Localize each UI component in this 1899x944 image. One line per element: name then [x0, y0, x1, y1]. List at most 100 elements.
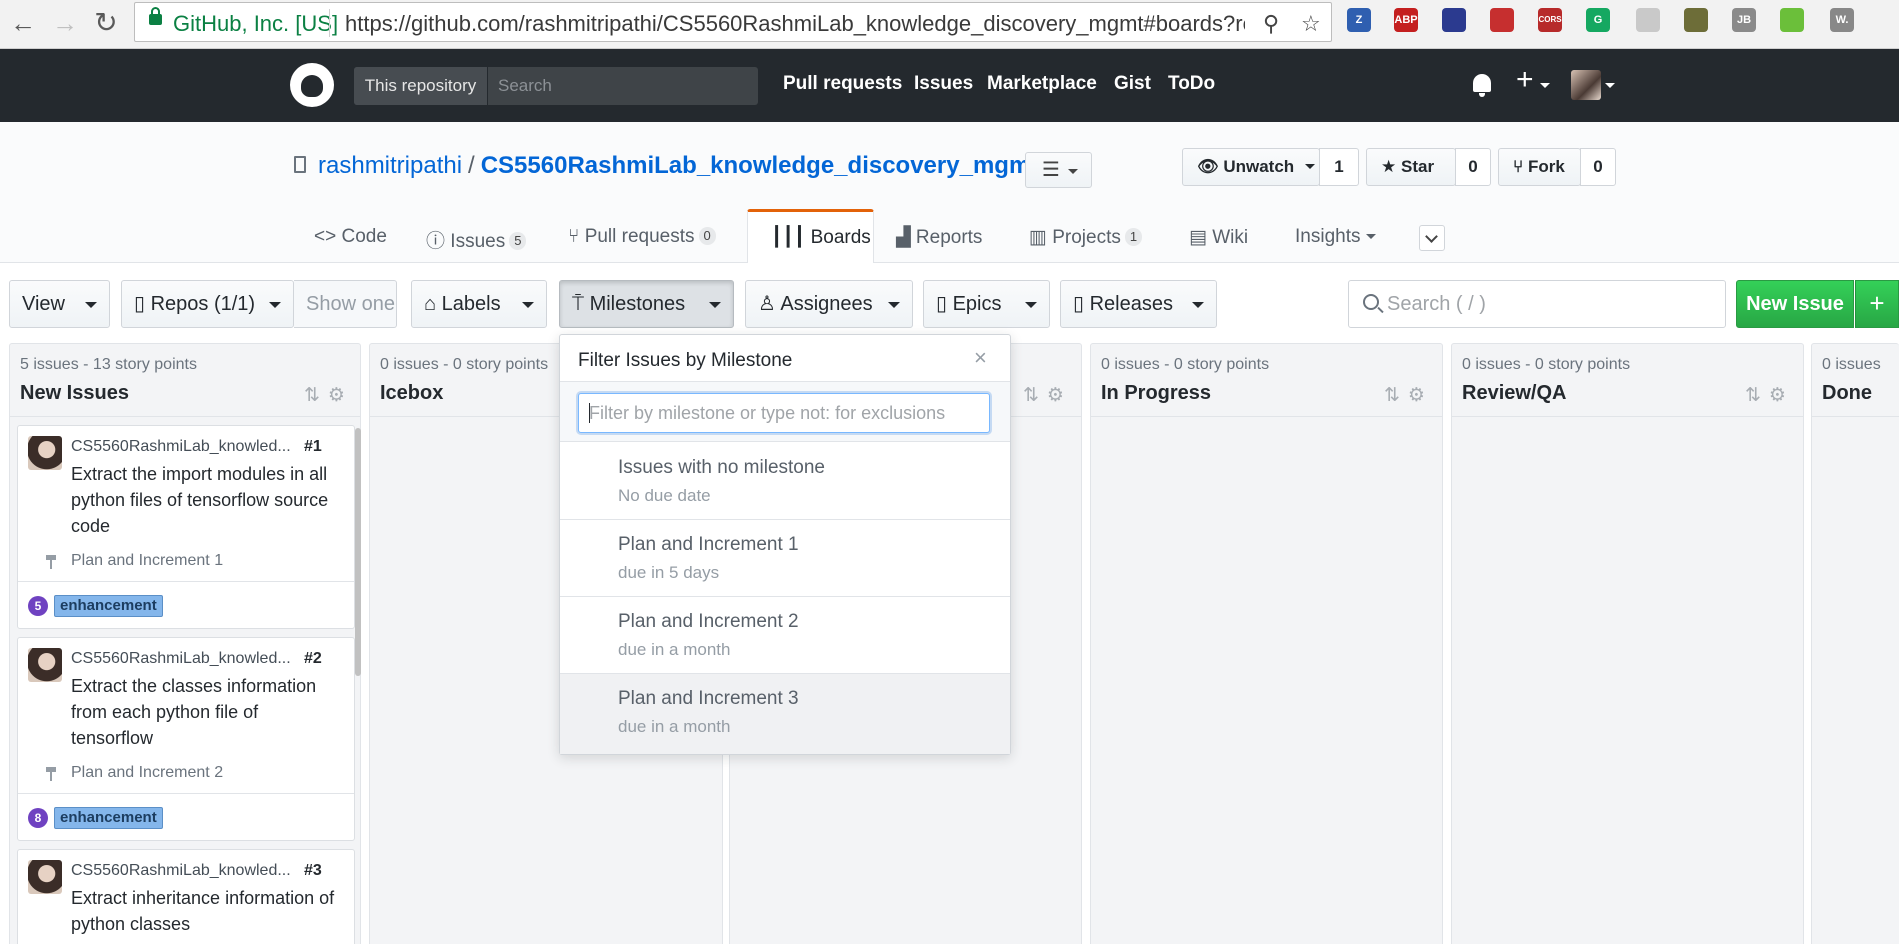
- nav-todo[interactable]: ToDo: [1168, 73, 1215, 95]
- bookmark-star-icon[interactable]: ☆: [1301, 11, 1321, 37]
- avatar[interactable]: [28, 648, 62, 682]
- new-issue-button[interactable]: New Issue: [1736, 280, 1854, 328]
- issue-title[interactable]: Extract inheritance information of pytho…: [71, 885, 343, 937]
- chevron-down-icon: [85, 302, 97, 308]
- tab-pull-requests[interactable]: ⑂ Pull requests 0: [568, 226, 716, 248]
- create-new-plus-icon[interactable]: +: [1516, 63, 1534, 97]
- milestone-filter-input[interactable]: Filter by milestone or type not: for exc…: [578, 393, 990, 433]
- jb-icon[interactable]: JB: [1732, 8, 1756, 32]
- nav-marketplace[interactable]: Marketplace: [987, 73, 1097, 95]
- issue-card[interactable]: CS5560RashmiLab_knowled... #3 Extract in…: [17, 849, 355, 944]
- gear-icon[interactable]: ⚙: [328, 385, 353, 406]
- fork-button[interactable]: ⑂ Fork: [1498, 148, 1581, 186]
- issue-number[interactable]: #2: [304, 650, 322, 668]
- tab-code[interactable]: <> Code: [314, 226, 387, 248]
- zotero-icon[interactable]: Z: [1347, 8, 1371, 32]
- issue-number[interactable]: #1: [304, 438, 322, 456]
- tabs-overflow-chevron-icon[interactable]: [1419, 225, 1445, 251]
- milestone-option-2[interactable]: Plan and Increment 2 due in a month: [560, 597, 1010, 674]
- address-bar[interactable]: GitHub, Inc. [US] https://github.com/ras…: [134, 2, 1332, 42]
- search-input[interactable]: Search: [498, 67, 552, 105]
- star-count[interactable]: 0: [1455, 148, 1491, 186]
- cors-icon[interactable]: CORS: [1538, 8, 1562, 32]
- sort-icon[interactable]: ⇅: [304, 385, 328, 406]
- unwatch-button[interactable]: 👁 Unwatch: [1182, 148, 1320, 186]
- tab-issues[interactable]: ⓘ Issues 5: [426, 226, 527, 253]
- show-one-button[interactable]: Show one: [294, 280, 397, 328]
- view-button[interactable]: View: [9, 280, 110, 328]
- avatar[interactable]: [28, 436, 62, 470]
- milestone-option-title: Plan and Increment 3: [618, 688, 799, 709]
- tab-boards-label[interactable]: ┃┃┃ Boards: [771, 226, 871, 249]
- grammarly-icon[interactable]: G: [1586, 8, 1610, 32]
- forward-icon[interactable]: →: [50, 8, 80, 38]
- issue-card-footer: 8 enhancement: [18, 793, 354, 841]
- sort-icon[interactable]: ⇅: [1384, 385, 1408, 406]
- milestone-option-1[interactable]: Plan and Increment 1 due in 5 days: [560, 520, 1010, 597]
- create-new-caret-icon: [1540, 83, 1550, 88]
- browser-toolbar: ← → ↻ GitHub, Inc. [US] https://github.c…: [0, 0, 1899, 49]
- repo-title: rashmitripathi / CS5560RashmiLab_knowledge…: [318, 152, 1038, 180]
- reload-icon[interactable]: ↻: [91, 8, 121, 38]
- tab-wiki[interactable]: ▤ Wiki: [1189, 226, 1248, 249]
- close-icon[interactable]: ×: [974, 345, 987, 371]
- tab-insights[interactable]: Insights: [1295, 226, 1376, 248]
- gear-icon[interactable]: ⚙: [1408, 385, 1433, 406]
- watch-count[interactable]: 1: [1319, 148, 1359, 186]
- adblock-icon[interactable]: ABP: [1394, 8, 1418, 32]
- sort-icon[interactable]: ⇅: [1745, 385, 1769, 406]
- milestone-option-none[interactable]: Issues with no milestone No due date: [560, 443, 1010, 520]
- issue-card[interactable]: CS5560RashmiLab_knowled... #2 Extract th…: [17, 637, 355, 841]
- tab-projects[interactable]: ▥ Projects 1: [1029, 226, 1143, 249]
- issue-milestone: Plan and Increment 2: [71, 764, 224, 781]
- board-search-input[interactable]: Search ( / ): [1348, 280, 1726, 328]
- repo-list-menu-button[interactable]: [1025, 152, 1092, 188]
- face-extension-icon[interactable]: [1780, 8, 1804, 32]
- issue-title[interactable]: Extract the import modules in all python…: [71, 461, 343, 539]
- notifications-bell-icon[interactable]: [1473, 74, 1491, 97]
- epics-button[interactable]: ▯ Epics: [923, 280, 1050, 328]
- label-enhancement[interactable]: enhancement: [54, 807, 163, 829]
- chevron-down-icon: [709, 302, 721, 308]
- search-scope-label: This repository: [354, 67, 488, 105]
- fork-count[interactable]: 0: [1580, 148, 1616, 186]
- milestones-button[interactable]: ⍑ Milestones: [559, 280, 734, 328]
- user-avatar[interactable]: [1571, 70, 1601, 100]
- extension-icon[interactable]: [1442, 8, 1466, 32]
- milestone-option-3[interactable]: Plan and Increment 3 due in a month: [560, 674, 1010, 754]
- nav-pull-requests[interactable]: Pull requests: [783, 73, 902, 95]
- url-text[interactable]: https://github.com/rashmitripathi/CS5560…: [345, 11, 1245, 37]
- w-extension-icon[interactable]: W.: [1830, 8, 1854, 32]
- new-issue-options-button[interactable]: +: [1855, 280, 1899, 328]
- milestone-option-due: No due date: [618, 486, 711, 505]
- avatar[interactable]: [28, 860, 62, 894]
- gear-icon[interactable]: ⚙: [1047, 385, 1072, 406]
- issue-number[interactable]: #3: [304, 862, 322, 880]
- book-extension-icon[interactable]: [1490, 8, 1514, 32]
- search-box[interactable]: This repository Search: [354, 67, 758, 105]
- github-logo-icon[interactable]: [290, 63, 334, 107]
- star-button[interactable]: ★ Star: [1366, 148, 1456, 186]
- gear-icon[interactable]: ⚙: [1769, 385, 1794, 406]
- project-icon: ▥: [1029, 227, 1047, 248]
- releases-button[interactable]: ▯ Releases: [1060, 280, 1217, 328]
- column-title: Done: [1822, 382, 1872, 404]
- back-icon[interactable]: ←: [8, 8, 38, 38]
- label-enhancement[interactable]: enhancement: [54, 595, 163, 617]
- assignees-button[interactable]: ♙ Assignees: [745, 280, 913, 328]
- sort-icon[interactable]: ⇅: [1023, 385, 1047, 406]
- repo-name-link[interactable]: CS5560RashmiLab_knowledge_discovery_mgmt: [481, 152, 1039, 179]
- nav-issues[interactable]: Issues: [914, 73, 973, 95]
- repos-button[interactable]: ▯ Repos (1/1): [121, 280, 294, 328]
- labels-button[interactable]: ⌂ Labels: [411, 280, 547, 328]
- tab-reports[interactable]: ▟ Reports: [896, 226, 982, 249]
- nav-gist[interactable]: Gist: [1114, 73, 1151, 95]
- repo-owner-link[interactable]: rashmitripathi: [318, 152, 462, 179]
- column-scrollbar[interactable]: [355, 428, 361, 676]
- zoom-icon[interactable]: ⚲: [1263, 11, 1279, 37]
- issue-title[interactable]: Extract the classes information from eac…: [71, 673, 343, 751]
- shield-extension-icon[interactable]: [1684, 8, 1708, 32]
- milestone-icon: ⍑: [572, 293, 584, 315]
- leaf-extension-icon[interactable]: [1636, 8, 1660, 32]
- issue-card[interactable]: CS5560RashmiLab_knowled... #1 Extract th…: [17, 425, 355, 629]
